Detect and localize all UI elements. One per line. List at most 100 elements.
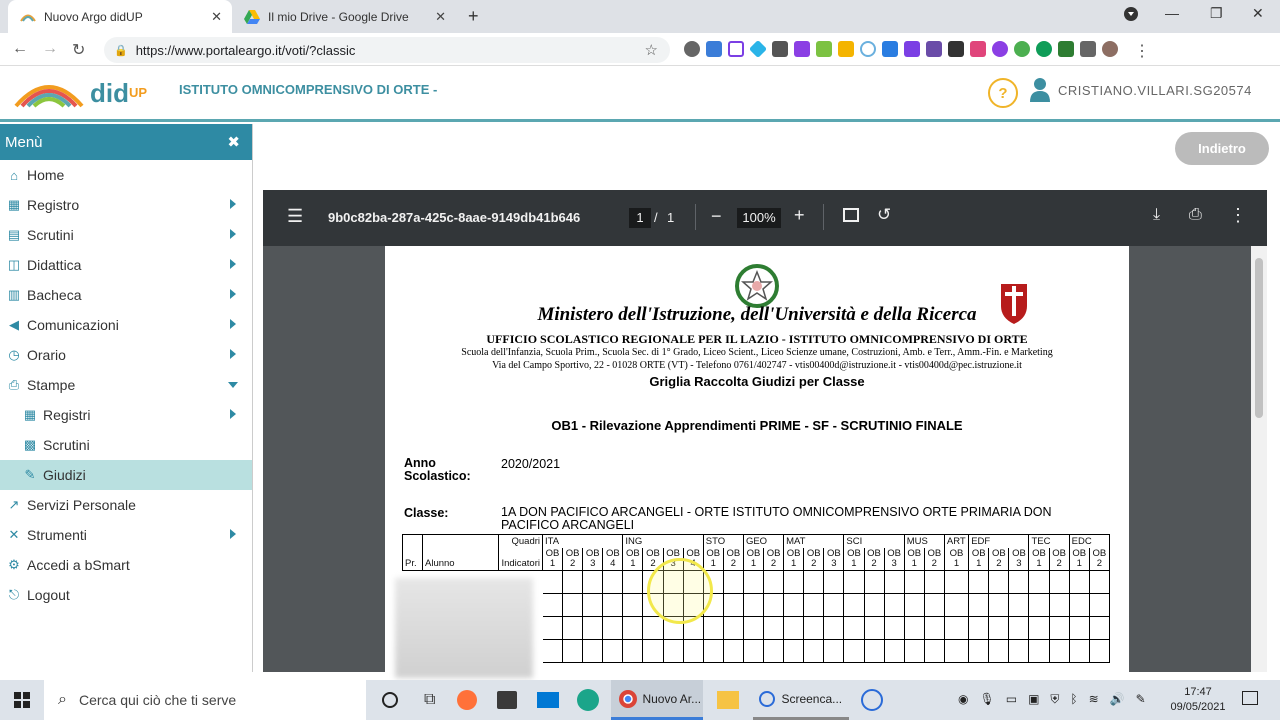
puzzle-icon[interactable] [1080,41,1096,57]
hamburger-icon[interactable]: ☰ [287,206,303,227]
screencast-icon [759,690,776,707]
reload-icon[interactable]: ↻ [72,40,85,60]
ob-header: OB 3 [582,548,604,571]
sidebar-item-bacheca[interactable]: ▥ Bacheca [0,280,252,310]
sidebar-item-scrutini[interactable]: ▤ Scrutini [0,220,252,250]
page-input[interactable]: 1 [629,208,651,228]
more-options-icon[interactable]: ⋮ [1229,205,1247,226]
back-icon[interactable]: ← [12,40,28,58]
sidebar-item-logout[interactable]: ⎋ Logout [0,580,252,610]
taskbar-app-chrome[interactable]: Nuovo Ar... [611,680,704,720]
close-menu-icon[interactable]: ✖ [227,133,240,151]
fit-page-icon[interactable] [843,208,859,222]
extension-icon[interactable] [748,39,768,59]
bluetooth-icon[interactable]: ᛒ [1070,692,1077,707]
pen-icon[interactable]: ✎ [1136,692,1146,707]
record-icon[interactable] [861,689,884,711]
extension-icon[interactable] [882,41,898,57]
table-cell [863,639,885,663]
rotate-icon[interactable]: ↺ [877,205,891,225]
extension-icon[interactable] [1014,41,1030,57]
extension-icon[interactable] [838,41,854,57]
table-cell [582,570,604,594]
sidebar-item-registro[interactable]: ▦ Registro [0,190,252,220]
microphone-icon[interactable]: 🎙 [979,692,994,707]
grid-icon: ▩ [23,437,37,452]
tray-icon[interactable]: ◉ [958,692,968,707]
extension-icon[interactable] [728,41,744,57]
extension-icon[interactable] [948,41,964,57]
kebab-menu-icon[interactable]: ⋮ [1134,41,1150,61]
user-menu[interactable]: CRISTIANO.VILLARI.SG20574 [1030,78,1252,102]
folder-icon[interactable] [717,691,740,709]
taskbar-search[interactable]: ⌕ Cerca qui ciò che ti serve [44,680,366,720]
store-icon[interactable] [497,691,518,709]
new-tab-icon[interactable]: + [468,6,479,27]
extension-icon[interactable] [772,41,788,57]
table-cell [968,639,990,663]
wifi-icon[interactable]: ≋ [1089,692,1099,707]
extension-icon[interactable] [816,41,832,57]
tray-icon[interactable]: ▭ [1006,692,1017,707]
scrollbar-thumb[interactable] [1255,258,1263,418]
sidebar-item-servizi-personale[interactable]: ↗ Servizi Personale [0,490,252,520]
sidebar-item-registri[interactable]: ▦ Registri [0,400,252,430]
zoom-out-icon[interactable]: − [711,206,722,227]
url-field[interactable]: 🔒 https://www.portaleargo.it/voti/?class… [104,37,670,63]
extension-icon[interactable] [1058,41,1074,57]
ob-header: OB 1 [1028,548,1050,571]
extension-icon[interactable] [1036,41,1052,57]
mail-icon[interactable] [537,692,560,708]
zoom-in-icon[interactable]: + [794,205,805,226]
edge-icon[interactable] [577,689,600,711]
sidebar-item-didattica[interactable]: ◫ Didattica [0,250,252,280]
back-button[interactable]: Indietro [1175,132,1269,165]
print-icon[interactable]: ⎙ [1189,206,1202,224]
extension-icon[interactable] [706,41,722,57]
extension-icon[interactable] [794,41,810,57]
zoom-input[interactable]: 100% [737,208,781,228]
pdf-scrollbar[interactable] [1251,246,1267,672]
tab-drive[interactable]: Il mio Drive - Google Drive ✕ [232,0,456,33]
help-button[interactable]: ? [988,78,1018,108]
sidebar-item-home[interactable]: ⌂ Home [0,160,252,190]
windows-start-icon[interactable] [14,692,30,708]
tray-icon[interactable]: ▣ [1028,692,1039,707]
profile-menu-icon[interactable] [1124,7,1138,24]
table-cell [742,616,765,640]
sidebar-item-comunicazioni[interactable]: ◀ Comunicazioni [0,310,252,340]
tab-argo[interactable]: Nuovo Argo didUP ✕ [8,0,232,33]
forward-icon[interactable]: → [42,40,58,58]
school-types: Scuola dell'Infanzia, Scuola Prim., Scuo… [461,347,1053,358]
sidebar-item-bsmart[interactable]: ⚙ Accedi a bSmart [0,550,252,580]
avatar[interactable] [1102,41,1118,57]
shield-icon[interactable]: ⛨ [1050,692,1059,707]
sidebar-item-strumenti[interactable]: ✕ Strumenti [0,520,252,550]
close-tab-icon[interactable]: ✕ [211,9,222,25]
extension-icon[interactable] [860,41,876,57]
firefox-icon[interactable] [457,690,478,710]
bookmark-star-icon[interactable]: ☆ [645,41,658,59]
maximize-icon[interactable]: ❐ [1210,5,1223,22]
sidebar-item-stampe-scrutini[interactable]: ▩ Scrutini [0,430,252,460]
extension-icon[interactable] [926,41,942,57]
task-view-icon[interactable]: ⧉ [424,691,435,709]
download-icon[interactable]: ⤓ [1153,206,1160,224]
clock[interactable]: 17:47 09/05/2021 [1168,685,1228,715]
extension-icon[interactable] [684,41,700,57]
extension-icon[interactable] [904,41,920,57]
taskbar-app-screencast[interactable]: Screenca... [753,680,850,720]
close-window-icon[interactable]: ✕ [1252,5,1264,22]
sidebar-item-orario[interactable]: ◷ Orario [0,340,252,370]
notifications-icon[interactable] [1242,691,1258,705]
extension-icon[interactable] [992,41,1008,57]
close-tab-icon[interactable]: ✕ [435,9,446,25]
extension-icon[interactable] [970,41,986,57]
sidebar-item-stampe[interactable]: ⎙ Stampe [0,370,252,400]
volume-icon[interactable]: 🔊 [1110,692,1125,707]
sidebar-item-giudizi[interactable]: ✎ Giudizi [0,460,252,490]
table-cell [923,639,945,663]
cortana-icon[interactable] [382,692,398,708]
caret-right-icon [230,409,236,419]
minimize-icon[interactable]: — [1165,5,1179,21]
